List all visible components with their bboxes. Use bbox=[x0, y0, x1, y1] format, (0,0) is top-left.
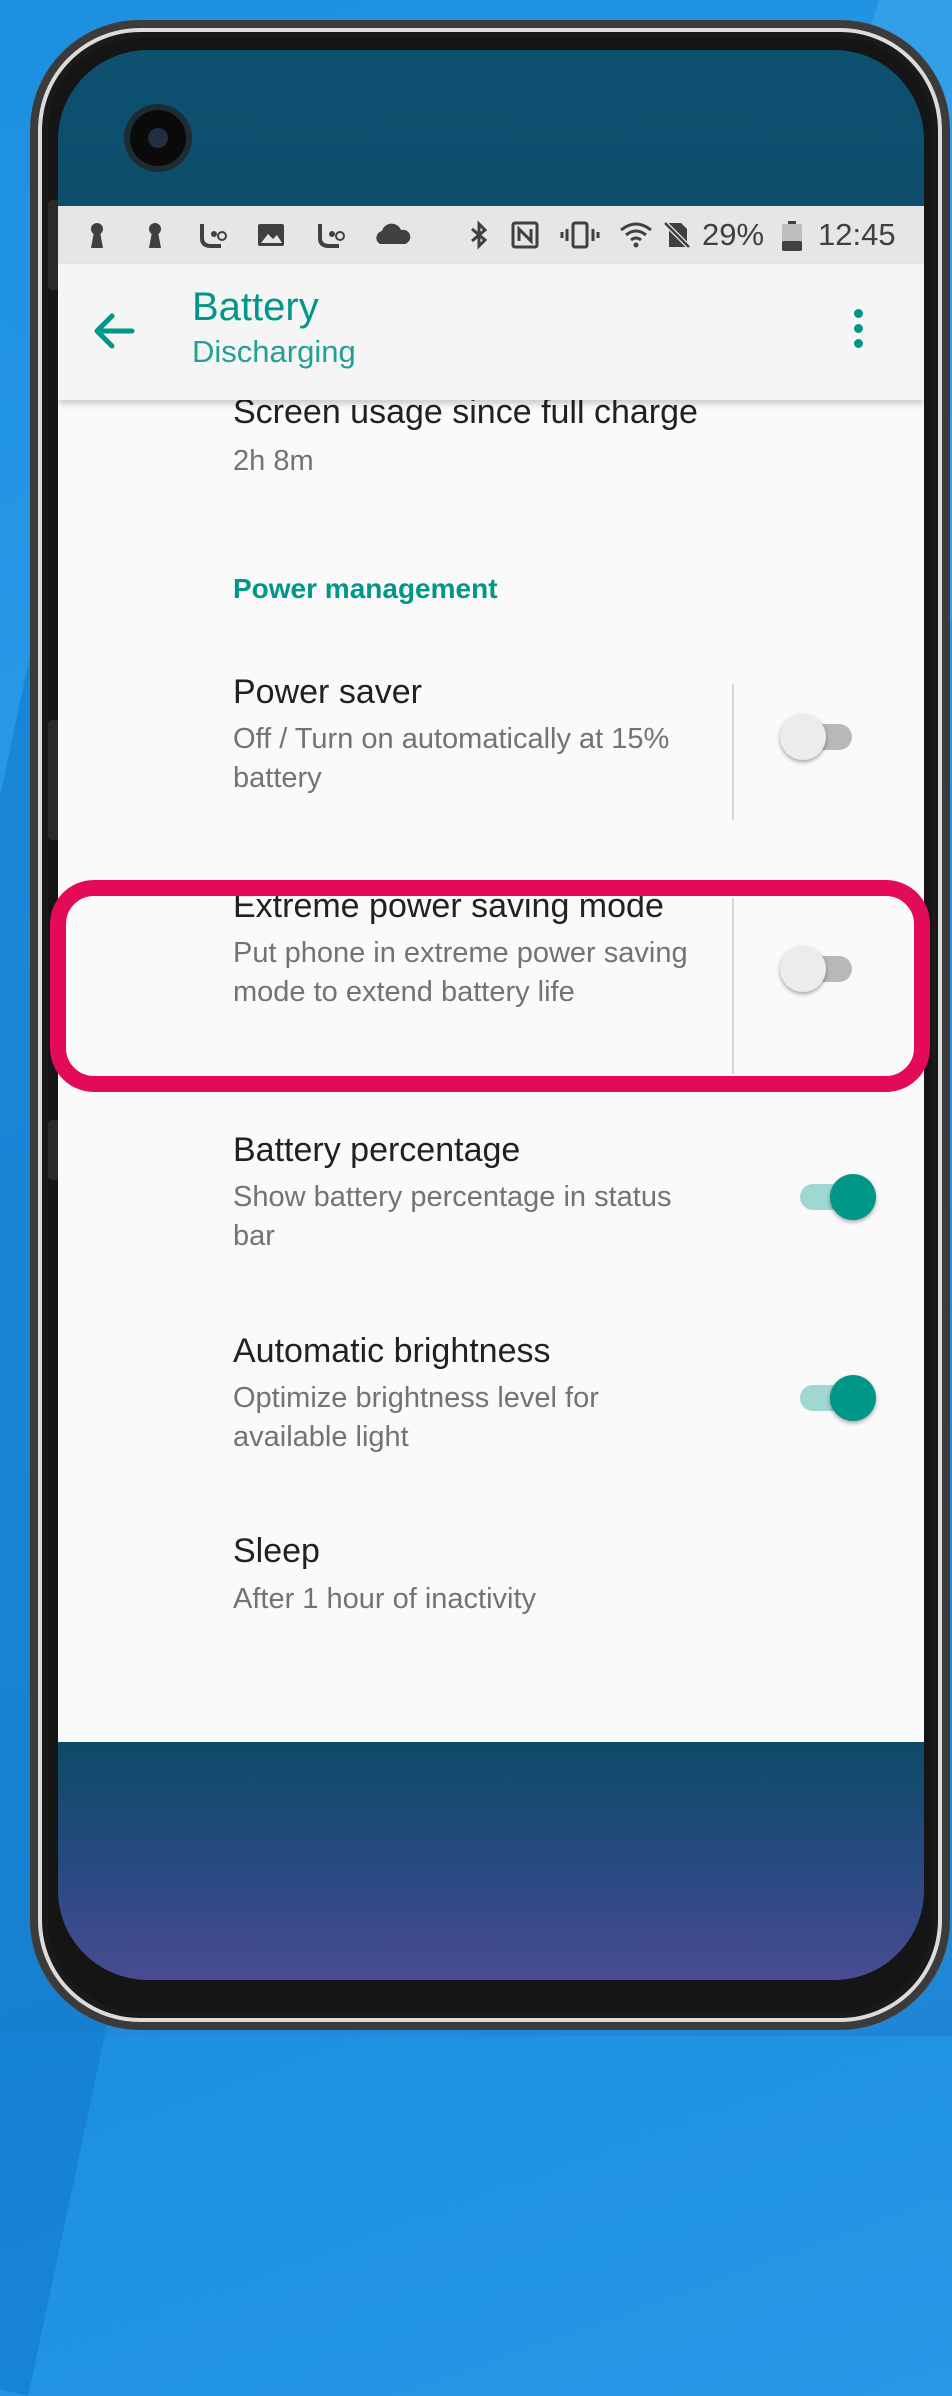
setting-summary: Off / Turn on automatically at 15% batte… bbox=[233, 723, 670, 794]
setting-title: Automatic brightness bbox=[233, 1332, 551, 1370]
front-camera bbox=[130, 110, 186, 166]
status-bar: 29% 12:45 bbox=[58, 206, 924, 264]
bluetooth-icon bbox=[464, 220, 494, 250]
battery-icon bbox=[780, 220, 804, 251]
notification-icon bbox=[82, 220, 112, 250]
wifi-icon bbox=[618, 220, 654, 250]
battery-percentage-toggle[interactable] bbox=[794, 1174, 876, 1220]
page-subtitle: Discharging bbox=[192, 334, 356, 369]
setting-title: Battery percentage bbox=[233, 1131, 521, 1169]
clock-text: 12:45 bbox=[818, 217, 896, 252]
vibrate-icon bbox=[560, 220, 600, 250]
setting-summary: Optimize brightness level for available … bbox=[233, 1382, 599, 1453]
power-saver-toggle[interactable] bbox=[780, 714, 860, 760]
setting-title: Sleep bbox=[233, 1532, 320, 1570]
nfc-icon bbox=[510, 220, 540, 250]
section-header-power-management: Power management bbox=[233, 573, 498, 604]
no-sim-icon bbox=[662, 220, 692, 250]
setting-summary: After 1 hour of inactivity bbox=[233, 1583, 537, 1615]
battery-percent-text: 29% bbox=[702, 217, 765, 252]
cloud-icon bbox=[372, 220, 412, 250]
more-options-icon[interactable] bbox=[848, 309, 868, 359]
touchpal-icon bbox=[314, 220, 345, 250]
touchpal-icon bbox=[196, 220, 227, 250]
app-bar: Battery Discharging bbox=[58, 264, 924, 400]
divider bbox=[732, 684, 734, 820]
highlight-annotation bbox=[50, 880, 930, 1092]
setting-summary: Show battery percentage in status bar bbox=[233, 1181, 672, 1252]
notification-icon bbox=[140, 220, 170, 250]
back-arrow-icon[interactable] bbox=[88, 306, 138, 356]
image-icon bbox=[256, 220, 286, 250]
screen-usage-value: 2h 8m bbox=[233, 445, 314, 477]
setting-title: Power saver bbox=[233, 673, 422, 711]
automatic-brightness-toggle[interactable] bbox=[794, 1375, 876, 1421]
page-title: Battery bbox=[192, 285, 319, 329]
